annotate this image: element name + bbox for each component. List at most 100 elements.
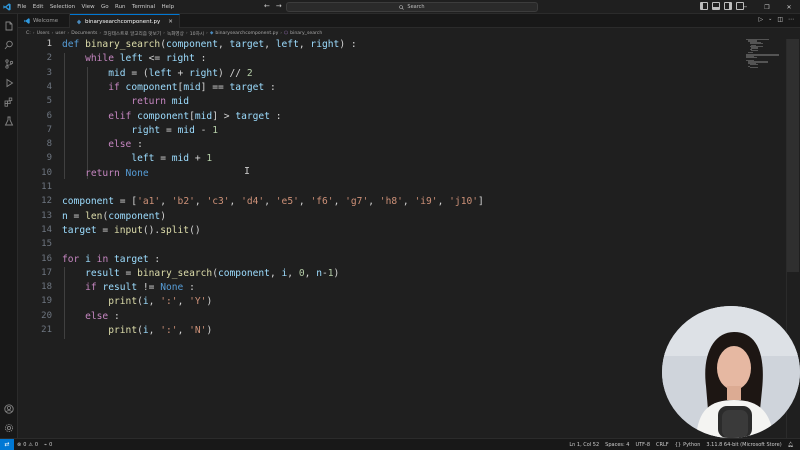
chevron-right-icon: › <box>32 31 35 36</box>
tab-label: binarysearchcomponent.py <box>85 18 161 25</box>
error-icon: ⊗ <box>17 441 22 448</box>
search-icon[interactable] <box>4 40 14 50</box>
menu-edit[interactable]: Edit <box>30 0 47 14</box>
chevron-right-icon: › <box>185 31 188 36</box>
extensions-icon[interactable] <box>4 97 14 107</box>
vscode-logo-icon <box>0 0 14 14</box>
breadcrumb-item[interactable]: binary_search <box>290 31 322 36</box>
search-placeholder: Search <box>407 4 425 10</box>
code-line[interactable]: if component[mid] == target : <box>62 82 276 93</box>
minimap-line <box>746 57 757 59</box>
ports-count: 0 <box>49 441 53 448</box>
run-python-file-icon[interactable]: ▷ <box>759 16 764 23</box>
menu-terminal[interactable]: Terminal <box>129 0 159 14</box>
code-line[interactable]: elif component[mid] > target : <box>62 111 281 122</box>
menu-help[interactable]: Help <box>158 0 177 14</box>
command-center-search[interactable]: Search <box>286 2 538 12</box>
tab-welcome[interactable]: Welcome <box>18 14 70 28</box>
breadcrumb-item[interactable]: C: <box>26 31 31 36</box>
cursor-position[interactable]: Ln 1, Col 52 <box>566 442 602 448</box>
toggle-panel-icon[interactable] <box>712 2 720 10</box>
code-line[interactable]: left = mid + 1 <box>62 153 212 164</box>
code-line[interactable]: return None <box>62 168 149 179</box>
code-line[interactable]: return mid <box>62 96 189 107</box>
line-number: 18 <box>41 282 52 293</box>
ports-indicator[interactable]: ⌁ 0 <box>41 442 55 448</box>
error-count: 0 <box>23 441 27 448</box>
code-line[interactable]: component = ['a1', 'b2', 'c3', 'd4', 'e5… <box>62 196 484 207</box>
line-number: 3 <box>46 67 52 78</box>
line-number: 11 <box>41 182 52 192</box>
code-line[interactable]: print(i, ':', 'Y') <box>62 296 212 307</box>
title-bar: File Edit Selection View Go Run Terminal… <box>0 0 800 14</box>
back-arrow-icon[interactable]: ← <box>264 2 270 10</box>
code-line[interactable]: def binary_search(component, target, lef… <box>62 39 357 50</box>
explorer-icon[interactable] <box>4 21 14 31</box>
menu-run[interactable]: Run <box>112 0 129 14</box>
code-line[interactable]: if result != None : <box>62 282 195 293</box>
line-number: 17 <box>41 267 52 278</box>
code-line[interactable]: print(i, ':', 'N') <box>62 325 212 336</box>
breadcrumb-item[interactable]: binarysearchcomponent.py <box>215 31 278 36</box>
menu-file[interactable]: File <box>14 0 30 14</box>
breadcrumb-item[interactable]: 코딩테스트로 알고리즘 맛보기 <box>103 31 161 37</box>
line-number: 6 <box>46 110 52 121</box>
restore-icon[interactable]: ❐ <box>756 0 778 14</box>
breadcrumb-item[interactable]: Documents <box>71 31 97 36</box>
code-line[interactable]: for i in target : <box>62 254 160 265</box>
code-line[interactable]: while left <= right : <box>62 53 206 64</box>
window-controls: ─ ❐ ✕ <box>734 0 800 14</box>
menu-view[interactable]: View <box>78 0 97 14</box>
chevron-down-icon[interactable]: ⌄ <box>768 16 772 23</box>
editor-actions: ▷ ⌄ ◫ ⋯ <box>759 16 795 23</box>
code-line[interactable]: mid = (left + right) // 2 <box>62 68 252 79</box>
toggle-primary-sidebar-icon[interactable] <box>700 2 708 10</box>
split-editor-icon[interactable]: ◫ <box>777 16 783 23</box>
forward-arrow-icon[interactable]: → <box>276 2 282 10</box>
code-line[interactable]: result = binary_search(component, i, 0, … <box>62 268 339 279</box>
breadcrumb-item[interactable]: Users <box>37 31 50 36</box>
code-line[interactable]: else : <box>62 311 120 322</box>
line-number: 10 <box>41 167 52 178</box>
settings-gear-icon[interactable] <box>4 423 14 433</box>
toggle-secondary-sidebar-icon[interactable] <box>724 2 732 10</box>
file-encoding[interactable]: UTF-8 <box>632 442 653 448</box>
source-control-icon[interactable] <box>4 59 14 69</box>
tab-binarysearchcomponent[interactable]: binarysearchcomponent.py ✕ <box>70 14 180 28</box>
code-line[interactable]: right = mid - 1 <box>62 125 218 136</box>
line-number: 15 <box>41 239 52 250</box>
notifications-bell-icon[interactable]: 🔔︎ <box>785 442 800 448</box>
close-icon[interactable]: ✕ <box>778 0 800 14</box>
breadcrumb-item[interactable]: 10차시 <box>190 31 204 37</box>
minimize-icon[interactable]: ─ <box>734 0 756 14</box>
indentation[interactable]: Spaces: 4 <box>602 442 632 448</box>
code-line[interactable]: else : <box>62 139 143 150</box>
vscode-logo-icon <box>24 18 30 24</box>
language-mode[interactable]: {} Python <box>672 442 704 448</box>
code-line[interactable]: target = input().split() <box>62 225 201 236</box>
editor-tab-bar: Welcome binarysearchcomponent.py ✕ ▷ ⌄ ◫… <box>18 14 800 28</box>
breadcrumb-item[interactable]: user <box>55 31 65 36</box>
python-interpreter[interactable]: 3.11.8 64-bit (Microsoft Store) <box>703 442 784 448</box>
end-of-line[interactable]: CRLF <box>653 442 672 448</box>
problems-indicator[interactable]: ⊗ 0 ⚠ 0 <box>14 442 41 448</box>
testing-icon[interactable] <box>4 116 14 126</box>
scrollbar-thumb[interactable] <box>787 39 799 272</box>
more-actions-icon[interactable]: ⋯ <box>788 16 794 23</box>
menu-go[interactable]: Go <box>98 0 112 14</box>
account-icon[interactable] <box>4 404 14 414</box>
braces-icon: {} <box>674 441 682 448</box>
breadcrumb-item[interactable]: 녹화영상 <box>167 31 184 37</box>
line-number: 13 <box>41 210 52 221</box>
run-debug-icon[interactable] <box>4 78 14 88</box>
menu-selection[interactable]: Selection <box>47 0 79 14</box>
python-file-icon <box>76 19 82 24</box>
code-line[interactable]: n = len(component) <box>62 211 166 222</box>
line-number: 19 <box>41 296 52 307</box>
status-bar: ⇄ ⊗ 0 ⚠ 0 ⌁ 0 Ln 1, Col 52 Spaces: 4 UTF-8 … <box>0 438 800 450</box>
close-tab-icon[interactable]: ✕ <box>168 19 173 25</box>
minimap[interactable] <box>746 39 786 69</box>
remote-window-icon[interactable]: ⇄ <box>0 438 14 450</box>
line-number: 2 <box>46 53 52 64</box>
presenter-photo <box>662 306 800 438</box>
